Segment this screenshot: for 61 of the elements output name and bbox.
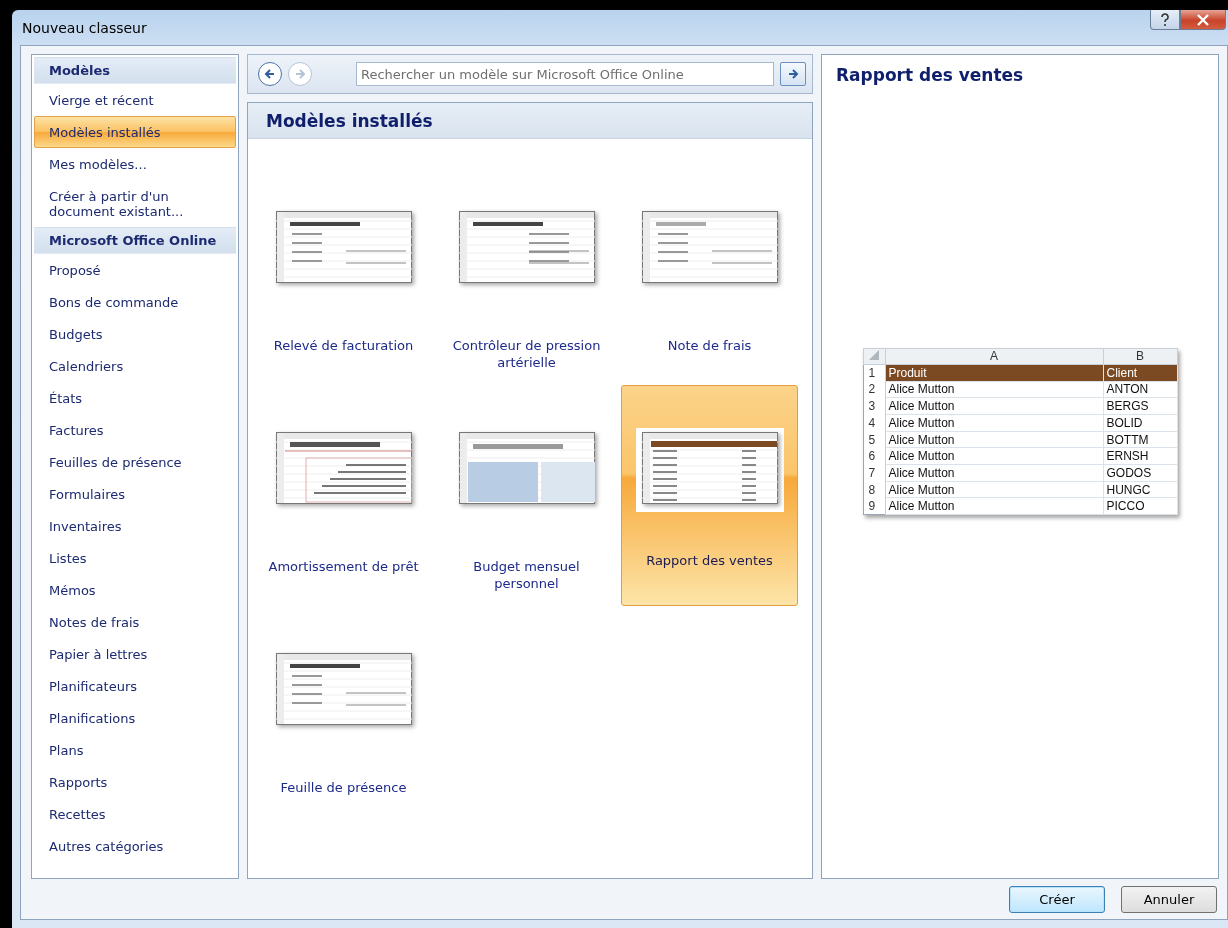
sidebar-item[interactable]: Modèles installés	[34, 116, 236, 148]
template-label: Rapport des ventes	[645, 552, 774, 569]
template-label: Contrôleur de pression artérielle	[451, 337, 602, 371]
sidebar-header: Modèles	[34, 57, 236, 84]
template-label: Relevé de facturation	[272, 337, 415, 354]
create-button[interactable]: Créer	[1009, 885, 1105, 913]
template-label: Amortissement de prêt	[267, 558, 420, 575]
cancel-button[interactable]: Annuler	[1121, 885, 1217, 913]
sidebar-item[interactable]: États	[34, 382, 236, 414]
preview-title: Rapport des ventes	[836, 65, 1025, 85]
sidebar-item[interactable]: Formulaires	[34, 478, 236, 510]
column-header: B	[1103, 348, 1177, 365]
sidebar-item[interactable]: Listes	[34, 542, 236, 574]
sidebar-item[interactable]: Vierge et récent	[34, 84, 236, 116]
sidebar-item[interactable]: Plans	[34, 734, 236, 766]
row-number: 8	[863, 481, 885, 498]
sidebar-item[interactable]: Planificateurs	[34, 670, 236, 702]
sidebar-item[interactable]: Inventaires	[34, 510, 236, 542]
template-tile[interactable]: Feuille de présence	[255, 606, 432, 827]
template-tile[interactable]: Budget mensuel personnel	[438, 385, 615, 606]
close-button[interactable]	[1180, 10, 1226, 30]
row-number: 4	[863, 414, 885, 432]
sidebar-item[interactable]: Créer à partir d'un document existant...	[34, 180, 236, 227]
sidebar-item[interactable]: Notes de frais	[34, 606, 236, 638]
sidebar-header: Microsoft Office Online	[34, 227, 236, 254]
row-number: 5	[863, 431, 885, 448]
sidebar-item[interactable]: Autres catégories	[34, 830, 236, 862]
back-button[interactable]	[258, 62, 282, 86]
corner-triangle-icon	[869, 350, 879, 361]
row-number: 2	[863, 381, 885, 398]
sidebar-item[interactable]: Planifications	[34, 702, 236, 734]
sidebar-item[interactable]: Recettes	[34, 798, 236, 830]
window-title: Nouveau classeur	[21, 19, 147, 36]
sidebar-item[interactable]: Papier à lettres	[34, 638, 236, 670]
template-label: Note de frais	[666, 337, 753, 354]
close-icon	[1196, 13, 1210, 26]
sidebar-item[interactable]: Rapports	[34, 766, 236, 798]
sidebar-item[interactable]: Bons de commande	[34, 286, 236, 318]
template-label: Budget mensuel personnel	[472, 558, 581, 592]
sidebar-item[interactable]: Budgets	[34, 318, 236, 350]
template-label: Feuille de présence	[279, 779, 408, 796]
forward-arrow-icon	[786, 67, 800, 81]
sidebar-item[interactable]: Calendriers	[34, 350, 236, 382]
template-tile[interactable]: Amortissement de prêt	[255, 385, 432, 606]
forward-arrow-icon	[293, 67, 307, 81]
column-header: A	[885, 348, 1103, 365]
template-tile[interactable]: Note de frais	[621, 164, 798, 385]
sidebar-item[interactable]: Factures	[34, 414, 236, 446]
sidebar-item[interactable]: Feuilles de présence	[34, 446, 236, 478]
template-tile[interactable]: Contrôleur de pression artérielle	[438, 164, 615, 385]
sidebar-item[interactable]: Proposé	[34, 254, 236, 286]
search-field[interactable]: Rechercher un modèle sur Microsoft Office Online	[356, 62, 774, 86]
template-tile[interactable]: Rapport des ventes	[621, 385, 798, 606]
search-go-button[interactable]	[780, 62, 806, 86]
back-arrow-icon	[263, 67, 277, 81]
gallery-title: Modèles installés	[266, 110, 433, 131]
help-button[interactable]	[1150, 10, 1180, 30]
help-icon	[1160, 12, 1170, 27]
sidebar-item[interactable]: Mémos	[34, 574, 236, 606]
template-tile[interactable]: Relevé de facturation	[255, 164, 432, 385]
sidebar-item[interactable]: Mes modèles...	[34, 148, 236, 180]
